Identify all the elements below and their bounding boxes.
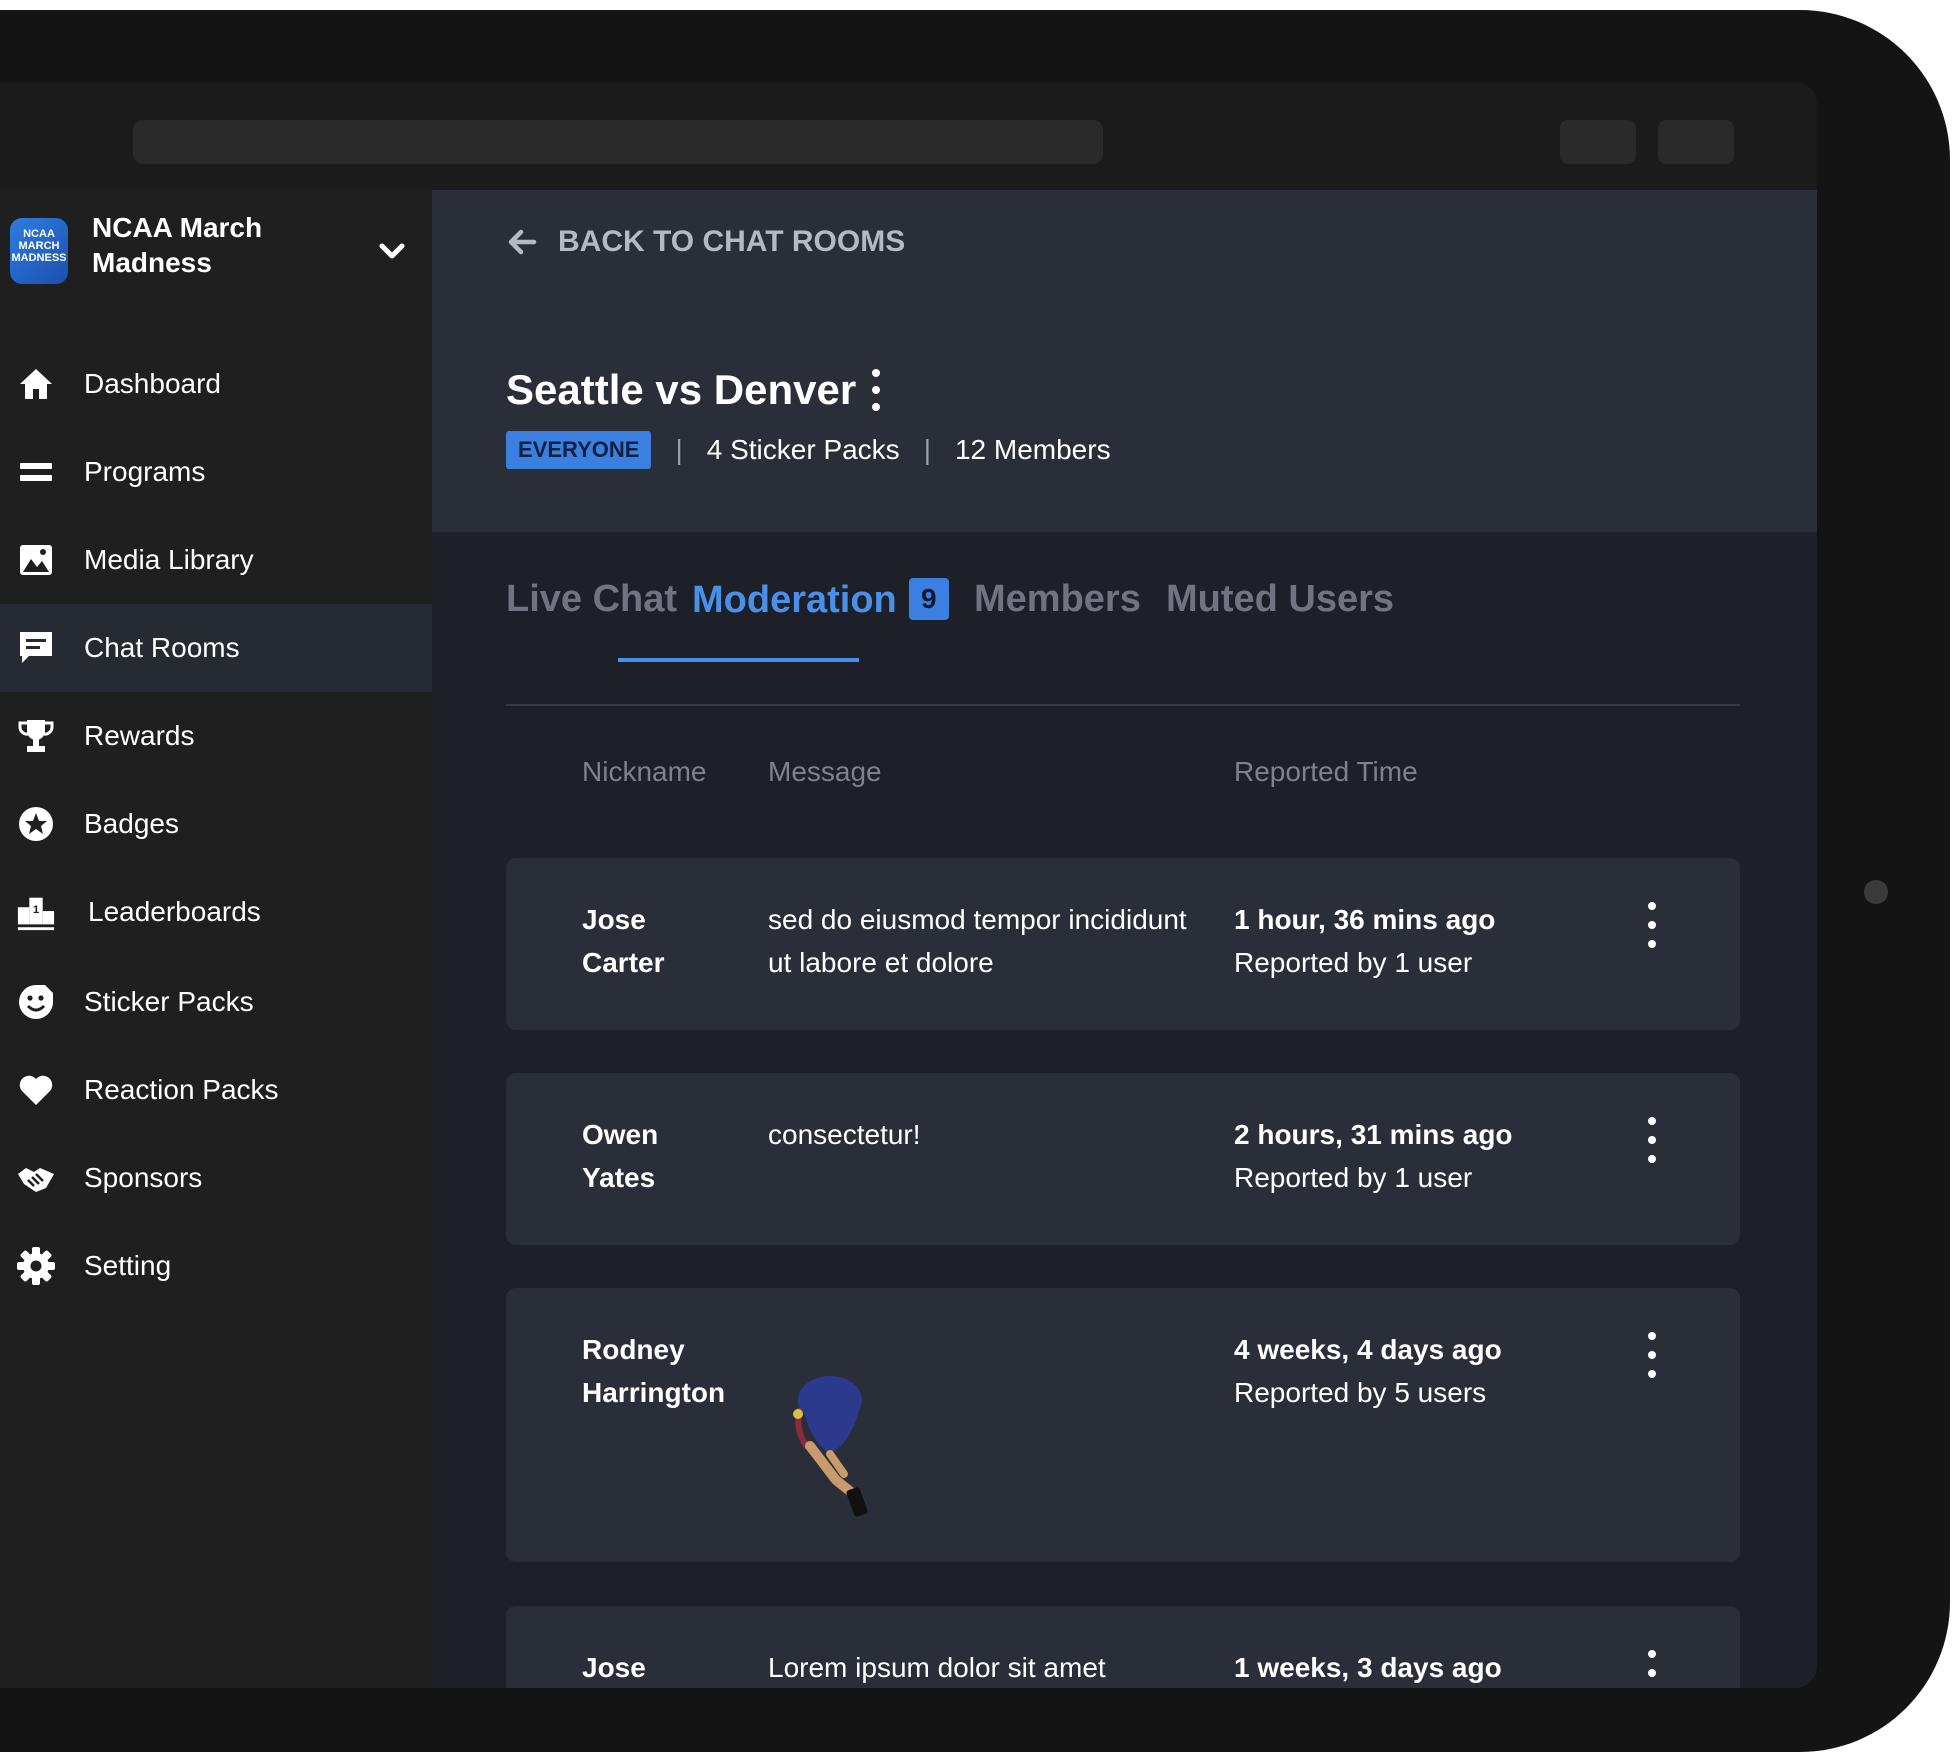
back-label: BACK TO CHAT ROOMS [558,225,906,258]
tab-members[interactable]: Members [974,578,1141,621]
reported-by: Reported by 1 user [1234,947,1473,978]
member-count: 12 Members [954,434,1111,465]
divider: | [923,434,931,465]
reported-time: 1 hour, 36 mins ago Reported by 1 user [1234,898,1614,984]
sidebar-item-label: Setting [84,1250,172,1281]
tablet-frame: NCAA MARCH MADNESS NCAA March Madness Dash… [0,10,1950,1752]
more-options-icon[interactable] [864,366,888,414]
column-header-reported-time: Reported Time [1234,756,1418,787]
arrow-left-icon [508,229,537,255]
screen: NCAA MARCH MADNESS NCAA March Madness Dash… [0,82,1817,1688]
tab-label: Moderation [692,579,897,621]
column-header-nickname: Nickname [582,756,707,787]
sidebar-item-label: Sticker Packs [84,986,254,1017]
basketball-player-sticker [793,1376,868,1517]
reported-time: 4 weeks, 4 days ago Reported by 5 users [1234,1328,1614,1414]
column-header-message: Message [768,756,882,787]
sidebar: NCAA MARCH MADNESS NCAA March Madness Dash… [0,190,432,1688]
room-header: BACK TO CHAT ROOMS Seattle vs Denver EVE… [432,190,1817,532]
page-title: Seattle vs Denver [506,366,857,413]
row-more-options-icon[interactable] [1642,900,1662,950]
heart-icon [16,1070,56,1110]
sidebar-item-label: Rewards [84,720,195,751]
home-icon [16,364,56,404]
chevron-down-icon[interactable] [372,232,412,272]
reported-time: 1 weeks, 3 days ago [1234,1646,1614,1688]
sidebar-item-label: Programs [84,456,206,487]
nickname: Jose Carter [582,904,665,978]
sidebar-item-chat-rooms[interactable]: Chat Rooms [0,604,432,692]
message-text: consectetur! [768,1119,921,1150]
podium-icon: 1 [16,892,56,932]
sidebar-item-reaction-packs[interactable]: Reaction Packs [0,1046,432,1134]
sidebar-item-badges[interactable]: Badges [0,780,432,868]
sidebar-item-label: Badges [84,808,179,839]
list-icon [16,452,56,492]
sidebar-item-label: Chat Rooms [84,632,240,663]
row-more-options-icon[interactable] [1642,1330,1662,1380]
table-row: Rodney Harrington 4 weeks, 4 days ago Re… [506,1288,1740,1562]
tab-moderation[interactable]: Moderation 9 [692,578,949,622]
sidebar-item-dashboard[interactable]: Dashboard [0,340,432,428]
nickname: Rodney Harrington [582,1334,726,1408]
sidebar-item-label: Reaction Packs [84,1074,279,1105]
reported-time-ago: 1 weeks, 3 days ago [1234,1652,1502,1683]
row-more-options-icon[interactable] [1642,1648,1662,1688]
divider: | [675,434,683,465]
trophy-icon [16,716,56,756]
camera-dot [1864,880,1888,904]
address-bar[interactable] [133,120,1103,164]
sidebar-item-rewards[interactable]: Rewards [0,692,432,780]
reported-by: Reported by 1 user [1234,1162,1473,1193]
tab-muted-users[interactable]: Muted Users [1166,578,1394,621]
star-badge-icon [16,804,56,844]
program-switcher[interactable]: NCAA MARCH MADNESS NCAA March Madness [10,210,420,298]
toolbar-button-2[interactable] [1658,120,1734,164]
reported-time-ago: 1 hour, 36 mins ago [1234,904,1496,935]
table-row: Owen Yates consectetur! 2 hours, 31 mins… [506,1073,1740,1245]
sidebar-item-label: Leaderboards [88,896,261,927]
sidebar-item-sponsors[interactable]: Sponsors [0,1134,432,1222]
active-tab-indicator [618,658,859,662]
sidebar-item-media-library[interactable]: Media Library [0,516,432,604]
reported-time-ago: 4 weeks, 4 days ago [1234,1334,1502,1365]
table-row: Jose Carter sed do eiusmod tempor incidi… [506,858,1740,1030]
sidebar-item-label: Sponsors [84,1162,203,1193]
message-text: Lorem ipsum dolor sit amet [768,1652,1106,1683]
audience-badge: EVERYONE [506,431,652,469]
sidebar-item-setting[interactable]: Setting [0,1222,432,1310]
svg-text:1: 1 [33,904,40,916]
moderation-count-badge: 9 [908,578,949,620]
chat-icon [16,628,56,668]
sidebar-item-leaderboards[interactable]: 1 Leaderboards [0,868,432,956]
sidebar-item-label: Dashboard [84,368,221,399]
main-content: BACK TO CHAT ROOMS Seattle vs Denver EVE… [432,190,1817,1688]
toolbar-button-1[interactable] [1560,120,1636,164]
message-text: sed do eiusmod tempor incididunt ut labo… [768,904,1187,978]
tab-live-chat[interactable]: Live Chat [506,578,677,621]
gear-icon [16,1246,56,1286]
sidebar-item-sticker-packs[interactable]: Sticker Packs [0,958,432,1046]
nickname: Jose Carter [582,1652,646,1683]
reported-by: Reported by 5 users [1234,1377,1487,1408]
nickname: Owen Yates [582,1119,659,1193]
row-more-options-icon[interactable] [1642,1115,1662,1165]
handshake-icon [16,1158,56,1198]
smiley-sticker-icon [16,982,56,1022]
room-meta: EVERYONE | 4 Sticker Packs | 12 Members [506,430,1111,470]
sidebar-item-programs[interactable]: Programs [0,428,432,516]
image-icon [16,540,56,580]
tabs-divider [506,704,1740,706]
reported-time: 2 hours, 31 mins ago Reported by 1 user [1234,1113,1614,1199]
program-logo: NCAA MARCH MADNESS [10,218,68,284]
reported-time-ago: 2 hours, 31 mins ago [1234,1119,1513,1150]
table-row: Jose Carter Lorem ipsum dolor sit amet 1… [506,1606,1740,1688]
program-name: NCAA March Madness [92,212,263,278]
sidebar-item-label: Media Library [84,544,254,575]
sticker-pack-count: 4 Sticker Packs [706,434,900,465]
back-to-chat-rooms-link[interactable]: BACK TO CHAT ROOMS [506,220,905,264]
